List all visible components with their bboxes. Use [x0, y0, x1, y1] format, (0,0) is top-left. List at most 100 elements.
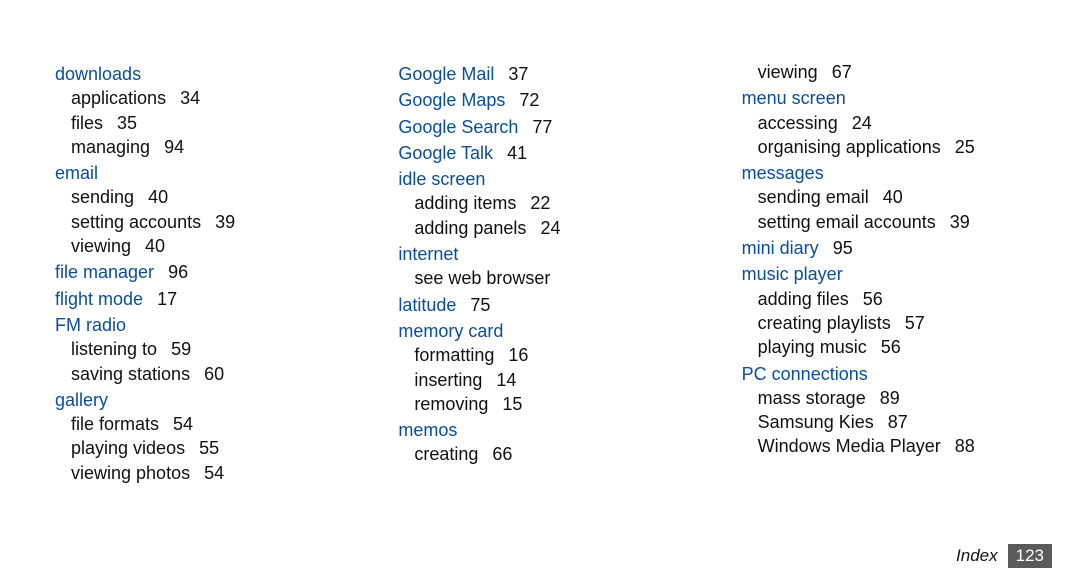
index-subentry: adding items22: [414, 191, 681, 215]
page-ref: 57: [905, 313, 925, 333]
index-subentry: setting accounts 39: [71, 210, 338, 234]
index-subentry: managing94: [71, 135, 338, 159]
index-subentry: inserting 14: [414, 368, 681, 392]
index-subentry: applications34: [71, 86, 338, 110]
subentry-label: adding panels: [414, 218, 526, 238]
index-topic: flight mode17: [55, 287, 338, 311]
page-ref: 40: [145, 236, 165, 256]
index-subentry: sending 40: [71, 185, 338, 209]
page-ref: 35: [117, 113, 137, 133]
index-column-1: downloadsapplications34files35managing94…: [55, 60, 338, 586]
page-ref: 16: [508, 345, 528, 365]
page-footer: Index 123: [956, 544, 1052, 568]
page-ref: 39: [215, 212, 235, 232]
topic-label: gallery: [55, 390, 108, 410]
subentry-label: removing: [414, 394, 488, 414]
topic-label: Google Mail: [398, 64, 494, 84]
page-ref: 59: [171, 339, 191, 359]
page-ref: 14: [496, 370, 516, 390]
topic-label: Google Search: [398, 117, 518, 137]
index-topic: memory card: [398, 319, 681, 343]
topic-label: downloads: [55, 64, 141, 84]
index-subentry: adding files56: [758, 287, 1025, 311]
index-subentry: listening to 59: [71, 337, 338, 361]
index-topic: mini diary 95: [742, 236, 1025, 260]
index-subentry: creating playlists57: [758, 311, 1025, 335]
index-subentry: organising applications 25: [758, 135, 1025, 159]
subentry-label: viewing: [71, 236, 131, 256]
index-subentry: Samsung Kies87: [758, 410, 1025, 434]
page-ref: 17: [157, 289, 177, 309]
page-ref: 40: [883, 187, 903, 207]
page-ref: 95: [833, 238, 853, 258]
topic-label: menu screen: [742, 88, 846, 108]
subentry-label: inserting: [414, 370, 482, 390]
topic-label: mini diary: [742, 238, 819, 258]
index-subentry: saving stations 60: [71, 362, 338, 386]
index-topic: Google Talk41: [398, 141, 681, 165]
topic-label: file manager: [55, 262, 154, 282]
page-ref: 72: [519, 90, 539, 110]
index-topic: menu screen: [742, 86, 1025, 110]
index-subentry: sending email 40: [758, 185, 1025, 209]
index-subentry: files35: [71, 111, 338, 135]
index-topic: file manager 96: [55, 260, 338, 284]
subentry-label: playing music: [758, 337, 867, 357]
subentry-label: organising applications: [758, 137, 941, 157]
page-ref: 54: [173, 414, 193, 434]
page-ref: 94: [164, 137, 184, 157]
page-ref: 25: [955, 137, 975, 157]
topic-label: latitude: [398, 295, 456, 315]
index-topic: memos: [398, 418, 681, 442]
index-topic: internet: [398, 242, 681, 266]
subentry-label: setting accounts: [71, 212, 201, 232]
index-topic: messages: [742, 161, 1025, 185]
topic-label: music player: [742, 264, 843, 284]
page-ref: 77: [532, 117, 552, 137]
subentry-label: saving stations: [71, 364, 190, 384]
subentry-label: file formats: [71, 414, 159, 434]
page-ref: 56: [881, 337, 901, 357]
page-ref: 40: [148, 187, 168, 207]
index-subentry: creating66: [414, 442, 681, 466]
page-ref: 96: [168, 262, 188, 282]
page-ref: 60: [204, 364, 224, 384]
topic-label: memos: [398, 420, 457, 440]
page-ref: 37: [508, 64, 528, 84]
page-ref: 15: [502, 394, 522, 414]
index-column-2: Google Mail 37Google Maps 72Google Search 7…: [398, 60, 681, 586]
subentry-label: playing videos: [71, 438, 185, 458]
index-subentry: setting email accounts39: [758, 210, 1025, 234]
index-subentry: viewing 67: [758, 60, 1025, 84]
index-topic: idle screen: [398, 167, 681, 191]
subentry-label: listening to: [71, 339, 157, 359]
index-topic: PC connections: [742, 362, 1025, 386]
index-topic: email: [55, 161, 338, 185]
page-ref: 87: [888, 412, 908, 432]
index-topic: downloads: [55, 62, 338, 86]
topic-label: messages: [742, 163, 824, 183]
page-ref: 67: [832, 62, 852, 82]
subentry-label: sending email: [758, 187, 869, 207]
subentry-label: mass storage: [758, 388, 866, 408]
subentry-label: viewing: [758, 62, 818, 82]
subentry-label: sending: [71, 187, 134, 207]
topic-label: Google Maps: [398, 90, 505, 110]
subentry-label: viewing photos: [71, 463, 190, 483]
page-ref: 88: [955, 436, 975, 456]
index-subentry: file formats 54: [71, 412, 338, 436]
index-subentry: playing music 56: [758, 335, 1025, 359]
footer-label: Index: [956, 546, 998, 566]
page-ref: 75: [470, 295, 490, 315]
page-ref: 66: [492, 444, 512, 464]
page-ref: 54: [204, 463, 224, 483]
index-subentry: adding panels24: [414, 216, 681, 240]
topic-label: memory card: [398, 321, 503, 341]
subentry-label: accessing: [758, 113, 838, 133]
topic-label: PC connections: [742, 364, 868, 384]
subentry-label: applications: [71, 88, 166, 108]
page-ref: 55: [199, 438, 219, 458]
page-ref: 22: [530, 193, 550, 213]
page-ref: 56: [863, 289, 883, 309]
index-topic: gallery: [55, 388, 338, 412]
